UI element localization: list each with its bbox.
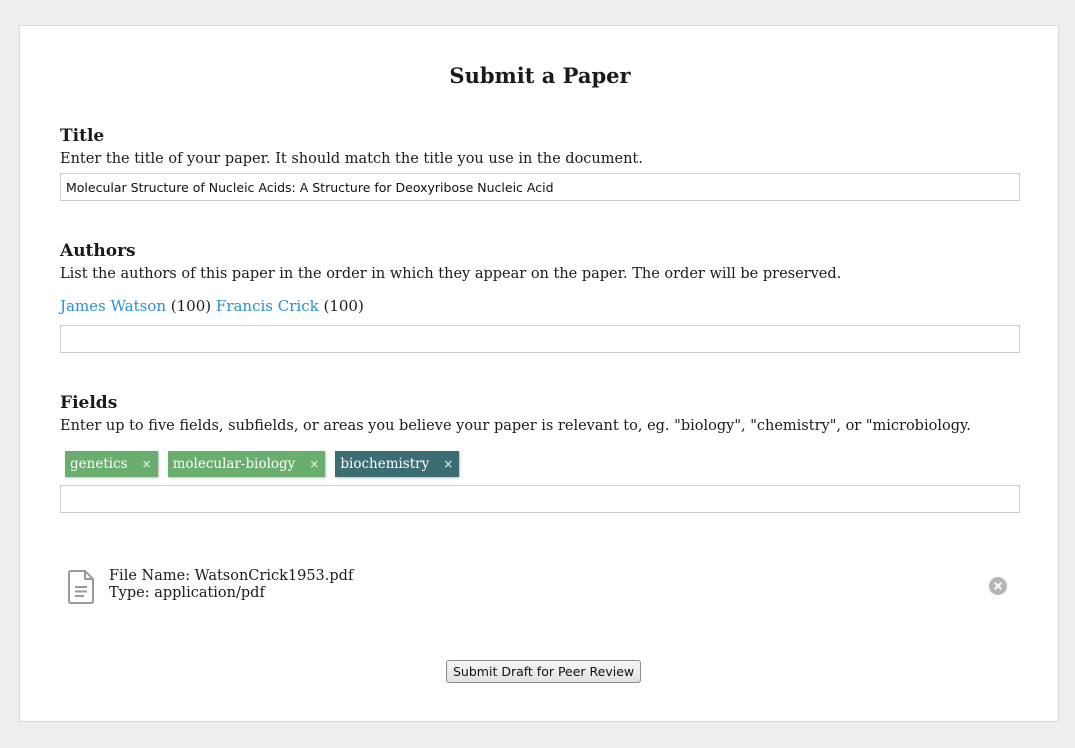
tag-remove-icon[interactable]: × <box>142 457 152 471</box>
title-description: Enter the title of your paper. It should… <box>60 151 643 167</box>
authors-list: James Watson (100) Francis Crick (100) <box>60 297 364 315</box>
author-score: (100) <box>170 297 212 315</box>
submit-paper-card: Submit a Paper Title Enter the title of … <box>19 25 1059 722</box>
authors-heading: Authors <box>60 241 136 261</box>
file-name: File Name: WatsonCrick1953.pdf <box>109 568 354 584</box>
file-type: Type: application/pdf <box>109 585 265 601</box>
close-circle-icon[interactable] <box>988 576 1008 596</box>
field-tag-label: molecular-biology <box>172 456 296 472</box>
fields-input[interactable] <box>60 485 1020 513</box>
page-title: Submit a Paper <box>449 63 631 88</box>
field-tag-label: genetics <box>70 456 128 472</box>
tag-remove-icon[interactable]: × <box>443 457 453 471</box>
title-heading: Title <box>60 126 105 146</box>
field-tag-molecular-biology[interactable]: molecular-biology × <box>167 451 326 477</box>
field-tag-genetics[interactable]: genetics × <box>65 451 158 477</box>
field-tag-biochemistry[interactable]: biochemistry × <box>335 451 460 477</box>
tag-remove-icon[interactable]: × <box>309 457 319 471</box>
authors-input[interactable] <box>60 325 1020 353</box>
author-link-francis-crick[interactable]: Francis Crick <box>216 297 319 315</box>
file-info: File Name: WatsonCrick1953.pdf Type: app… <box>109 568 353 602</box>
title-input[interactable] <box>60 173 1020 201</box>
attached-file: File Name: WatsonCrick1953.pdf Type: app… <box>60 566 1020 610</box>
document-icon <box>68 570 94 604</box>
field-tag-label: biochemistry <box>340 456 430 472</box>
fields-description: Enter up to five fields, subfields, or a… <box>60 418 971 434</box>
author-link-james-watson[interactable]: James Watson <box>60 297 166 315</box>
field-tags: genetics × molecular-biology × biochemis… <box>65 451 460 477</box>
authors-description: List the authors of this paper in the or… <box>60 266 842 282</box>
fields-heading: Fields <box>60 393 118 413</box>
submit-draft-button[interactable]: Submit Draft for Peer Review <box>446 660 642 683</box>
author-score: (100) <box>323 297 364 315</box>
